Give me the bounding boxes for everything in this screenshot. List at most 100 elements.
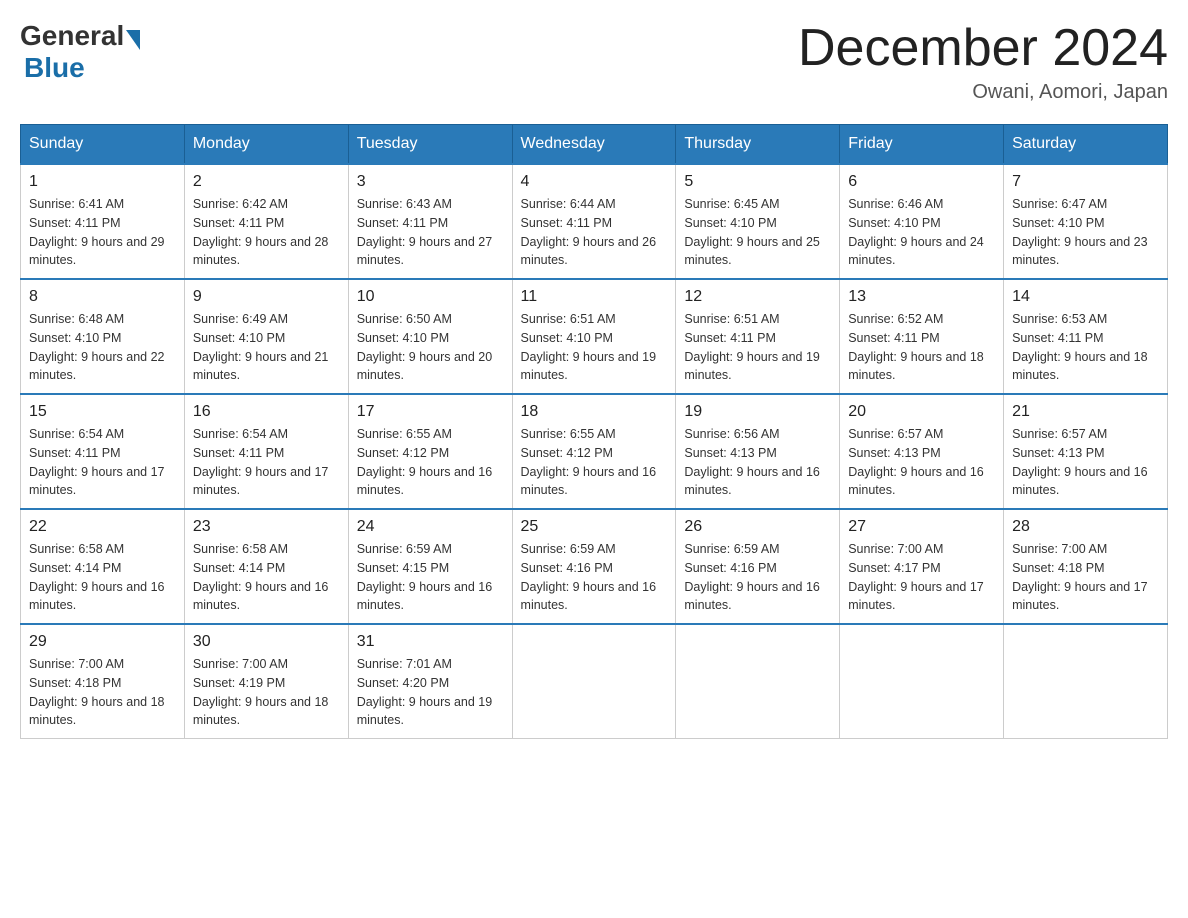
day-info: Sunrise: 7:00 AM Sunset: 4:18 PM Dayligh… <box>1012 540 1159 615</box>
day-info: Sunrise: 6:41 AM Sunset: 4:11 PM Dayligh… <box>29 195 176 270</box>
week-row-5: 29 Sunrise: 7:00 AM Sunset: 4:18 PM Dayl… <box>21 624 1168 739</box>
day-info: Sunrise: 6:54 AM Sunset: 4:11 PM Dayligh… <box>193 425 340 500</box>
day-number: 23 <box>193 518 340 536</box>
day-info: Sunrise: 6:58 AM Sunset: 4:14 PM Dayligh… <box>29 540 176 615</box>
day-number: 10 <box>357 288 504 306</box>
logo-general-text: General <box>20 20 124 52</box>
column-header-monday: Monday <box>184 125 348 165</box>
day-number: 7 <box>1012 173 1159 191</box>
week-row-2: 8 Sunrise: 6:48 AM Sunset: 4:10 PM Dayli… <box>21 279 1168 394</box>
day-info: Sunrise: 6:42 AM Sunset: 4:11 PM Dayligh… <box>193 195 340 270</box>
day-info: Sunrise: 6:55 AM Sunset: 4:12 PM Dayligh… <box>521 425 668 500</box>
day-info: Sunrise: 7:00 AM Sunset: 4:19 PM Dayligh… <box>193 655 340 730</box>
day-number: 14 <box>1012 288 1159 306</box>
day-info: Sunrise: 6:45 AM Sunset: 4:10 PM Dayligh… <box>684 195 831 270</box>
calendar-cell: 3 Sunrise: 6:43 AM Sunset: 4:11 PM Dayli… <box>348 164 512 279</box>
logo: General Blue <box>20 20 142 84</box>
day-number: 3 <box>357 173 504 191</box>
day-info: Sunrise: 7:00 AM Sunset: 4:18 PM Dayligh… <box>29 655 176 730</box>
calendar-cell: 9 Sunrise: 6:49 AM Sunset: 4:10 PM Dayli… <box>184 279 348 394</box>
column-header-thursday: Thursday <box>676 125 840 165</box>
calendar-cell: 1 Sunrise: 6:41 AM Sunset: 4:11 PM Dayli… <box>21 164 185 279</box>
calendar-cell: 17 Sunrise: 6:55 AM Sunset: 4:12 PM Dayl… <box>348 394 512 509</box>
logo-blue-text: Blue <box>24 52 85 83</box>
day-info: Sunrise: 6:49 AM Sunset: 4:10 PM Dayligh… <box>193 310 340 385</box>
day-info: Sunrise: 6:55 AM Sunset: 4:12 PM Dayligh… <box>357 425 504 500</box>
day-info: Sunrise: 6:56 AM Sunset: 4:13 PM Dayligh… <box>684 425 831 500</box>
day-info: Sunrise: 6:57 AM Sunset: 4:13 PM Dayligh… <box>848 425 995 500</box>
calendar-table: SundayMondayTuesdayWednesdayThursdayFrid… <box>20 124 1168 739</box>
calendar-cell: 5 Sunrise: 6:45 AM Sunset: 4:10 PM Dayli… <box>676 164 840 279</box>
calendar-cell: 31 Sunrise: 7:01 AM Sunset: 4:20 PM Dayl… <box>348 624 512 739</box>
calendar-cell: 28 Sunrise: 7:00 AM Sunset: 4:18 PM Dayl… <box>1004 509 1168 624</box>
day-number: 20 <box>848 403 995 421</box>
day-info: Sunrise: 6:51 AM Sunset: 4:10 PM Dayligh… <box>521 310 668 385</box>
column-header-tuesday: Tuesday <box>348 125 512 165</box>
day-number: 24 <box>357 518 504 536</box>
logo-triangle-icon <box>126 30 140 50</box>
calendar-cell: 24 Sunrise: 6:59 AM Sunset: 4:15 PM Dayl… <box>348 509 512 624</box>
calendar-cell: 22 Sunrise: 6:58 AM Sunset: 4:14 PM Dayl… <box>21 509 185 624</box>
page-header: General Blue December 2024 Owani, Aomori… <box>20 20 1168 104</box>
day-info: Sunrise: 6:59 AM Sunset: 4:16 PM Dayligh… <box>521 540 668 615</box>
day-number: 8 <box>29 288 176 306</box>
day-number: 30 <box>193 633 340 651</box>
day-info: Sunrise: 6:43 AM Sunset: 4:11 PM Dayligh… <box>357 195 504 270</box>
column-header-sunday: Sunday <box>21 125 185 165</box>
day-number: 13 <box>848 288 995 306</box>
calendar-cell: 6 Sunrise: 6:46 AM Sunset: 4:10 PM Dayli… <box>840 164 1004 279</box>
day-info: Sunrise: 6:58 AM Sunset: 4:14 PM Dayligh… <box>193 540 340 615</box>
day-number: 5 <box>684 173 831 191</box>
day-info: Sunrise: 6:54 AM Sunset: 4:11 PM Dayligh… <box>29 425 176 500</box>
day-number: 18 <box>521 403 668 421</box>
day-number: 25 <box>521 518 668 536</box>
calendar-cell: 27 Sunrise: 7:00 AM Sunset: 4:17 PM Dayl… <box>840 509 1004 624</box>
calendar-cell: 19 Sunrise: 6:56 AM Sunset: 4:13 PM Dayl… <box>676 394 840 509</box>
day-number: 27 <box>848 518 995 536</box>
calendar-cell: 12 Sunrise: 6:51 AM Sunset: 4:11 PM Dayl… <box>676 279 840 394</box>
day-info: Sunrise: 6:47 AM Sunset: 4:10 PM Dayligh… <box>1012 195 1159 270</box>
calendar-cell: 8 Sunrise: 6:48 AM Sunset: 4:10 PM Dayli… <box>21 279 185 394</box>
location-subtitle: Owani, Aomori, Japan <box>798 81 1168 104</box>
calendar-cell: 10 Sunrise: 6:50 AM Sunset: 4:10 PM Dayl… <box>348 279 512 394</box>
calendar-cell: 15 Sunrise: 6:54 AM Sunset: 4:11 PM Dayl… <box>21 394 185 509</box>
calendar-cell: 21 Sunrise: 6:57 AM Sunset: 4:13 PM Dayl… <box>1004 394 1168 509</box>
calendar-cell <box>840 624 1004 739</box>
day-number: 11 <box>521 288 668 306</box>
day-info: Sunrise: 6:59 AM Sunset: 4:15 PM Dayligh… <box>357 540 504 615</box>
day-number: 28 <box>1012 518 1159 536</box>
day-info: Sunrise: 6:59 AM Sunset: 4:16 PM Dayligh… <box>684 540 831 615</box>
day-number: 29 <box>29 633 176 651</box>
title-section: December 2024 Owani, Aomori, Japan <box>798 20 1168 104</box>
day-info: Sunrise: 7:00 AM Sunset: 4:17 PM Dayligh… <box>848 540 995 615</box>
calendar-cell: 4 Sunrise: 6:44 AM Sunset: 4:11 PM Dayli… <box>512 164 676 279</box>
calendar-cell <box>1004 624 1168 739</box>
calendar-cell: 20 Sunrise: 6:57 AM Sunset: 4:13 PM Dayl… <box>840 394 1004 509</box>
column-header-friday: Friday <box>840 125 1004 165</box>
day-info: Sunrise: 6:46 AM Sunset: 4:10 PM Dayligh… <box>848 195 995 270</box>
calendar-cell: 14 Sunrise: 6:53 AM Sunset: 4:11 PM Dayl… <box>1004 279 1168 394</box>
week-row-4: 22 Sunrise: 6:58 AM Sunset: 4:14 PM Dayl… <box>21 509 1168 624</box>
calendar-cell: 26 Sunrise: 6:59 AM Sunset: 4:16 PM Dayl… <box>676 509 840 624</box>
calendar-cell <box>676 624 840 739</box>
day-number: 1 <box>29 173 176 191</box>
week-row-1: 1 Sunrise: 6:41 AM Sunset: 4:11 PM Dayli… <box>21 164 1168 279</box>
calendar-header-row: SundayMondayTuesdayWednesdayThursdayFrid… <box>21 125 1168 165</box>
day-number: 4 <box>521 173 668 191</box>
day-number: 9 <box>193 288 340 306</box>
day-number: 31 <box>357 633 504 651</box>
day-info: Sunrise: 6:50 AM Sunset: 4:10 PM Dayligh… <box>357 310 504 385</box>
day-info: Sunrise: 6:57 AM Sunset: 4:13 PM Dayligh… <box>1012 425 1159 500</box>
day-number: 22 <box>29 518 176 536</box>
calendar-cell: 16 Sunrise: 6:54 AM Sunset: 4:11 PM Dayl… <box>184 394 348 509</box>
calendar-cell: 23 Sunrise: 6:58 AM Sunset: 4:14 PM Dayl… <box>184 509 348 624</box>
day-number: 16 <box>193 403 340 421</box>
calendar-cell: 30 Sunrise: 7:00 AM Sunset: 4:19 PM Dayl… <box>184 624 348 739</box>
day-number: 21 <box>1012 403 1159 421</box>
calendar-cell: 18 Sunrise: 6:55 AM Sunset: 4:12 PM Dayl… <box>512 394 676 509</box>
calendar-cell: 29 Sunrise: 7:00 AM Sunset: 4:18 PM Dayl… <box>21 624 185 739</box>
column-header-saturday: Saturday <box>1004 125 1168 165</box>
day-info: Sunrise: 7:01 AM Sunset: 4:20 PM Dayligh… <box>357 655 504 730</box>
day-number: 15 <box>29 403 176 421</box>
day-info: Sunrise: 6:51 AM Sunset: 4:11 PM Dayligh… <box>684 310 831 385</box>
